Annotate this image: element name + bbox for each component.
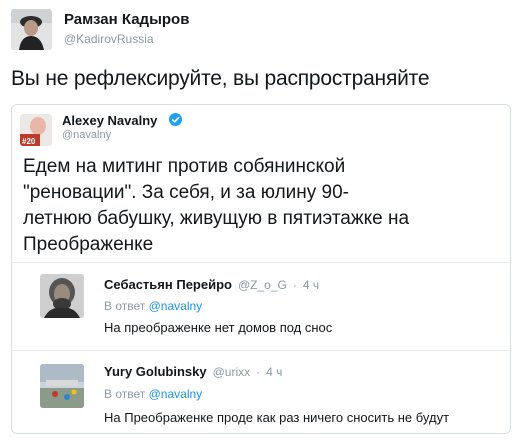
reply-divider	[12, 350, 510, 351]
reply-header: Себастьян Перейро @Z_o_G · 4 ч	[104, 277, 319, 292]
reply-author-handle[interactable]: @urixx	[213, 365, 251, 379]
reply-text: На Преображенке проде как раз ничего сно…	[104, 410, 450, 425]
reply-prefix: В ответ	[104, 299, 146, 313]
reply-avatar[interactable]	[40, 274, 84, 318]
reply-avatar[interactable]	[40, 364, 84, 408]
reply-timestamp[interactable]: 4 ч	[303, 278, 319, 292]
reply-prefix: В ответ	[104, 387, 146, 401]
avatar-badge: #20	[22, 137, 36, 146]
reply-author-name[interactable]: Себастьян Перейро	[104, 277, 232, 292]
quoted-author-avatar[interactable]: #20	[20, 114, 52, 146]
reply-header: Yury Golubinsky @urixx · 4 ч	[104, 364, 282, 379]
outer-tweet-text: Вы не рефлексируйте, вы распространяйте	[11, 67, 430, 90]
reply-mention-link[interactable]: @navalny	[149, 299, 203, 313]
reply-separator: ·	[292, 278, 297, 292]
quoted-tweet-text: Едем на митинг против собянинской "ренов…	[23, 154, 493, 258]
reply-context: В ответ @navalny	[104, 299, 202, 313]
reply-divider	[12, 262, 510, 263]
quoted-text-line: летнюю бабушку, живущую в пятиэтажке на	[23, 208, 410, 229]
reply-author-handle[interactable]: @Z_o_G	[238, 278, 287, 292]
reply-mention-link[interactable]: @navalny	[149, 387, 203, 401]
reply-text: На преображенке нет домов под снос	[104, 320, 333, 335]
reply-separator: ·	[256, 365, 261, 379]
reply-context: В ответ @navalny	[104, 387, 202, 401]
quoted-text-line: "реновации". За себя, и за юлину 90-	[23, 182, 349, 203]
reply-timestamp[interactable]: 4 ч	[266, 365, 282, 379]
outer-author-name[interactable]: Рамзан Кадыров	[64, 11, 189, 28]
quoted-text-line: Едем на митинг против собянинской	[23, 156, 346, 177]
quoted-author-handle[interactable]: @navalny	[62, 129, 111, 141]
outer-author-avatar[interactable]	[11, 9, 52, 50]
verified-badge-icon	[169, 113, 182, 126]
quoted-author-name[interactable]: Alexey Navalny	[62, 113, 157, 128]
quoted-text-line: Преображенке	[23, 234, 154, 255]
outer-author-handle[interactable]: @KadirovRussia	[64, 32, 154, 46]
reply-author-name[interactable]: Yury Golubinsky	[104, 364, 207, 379]
